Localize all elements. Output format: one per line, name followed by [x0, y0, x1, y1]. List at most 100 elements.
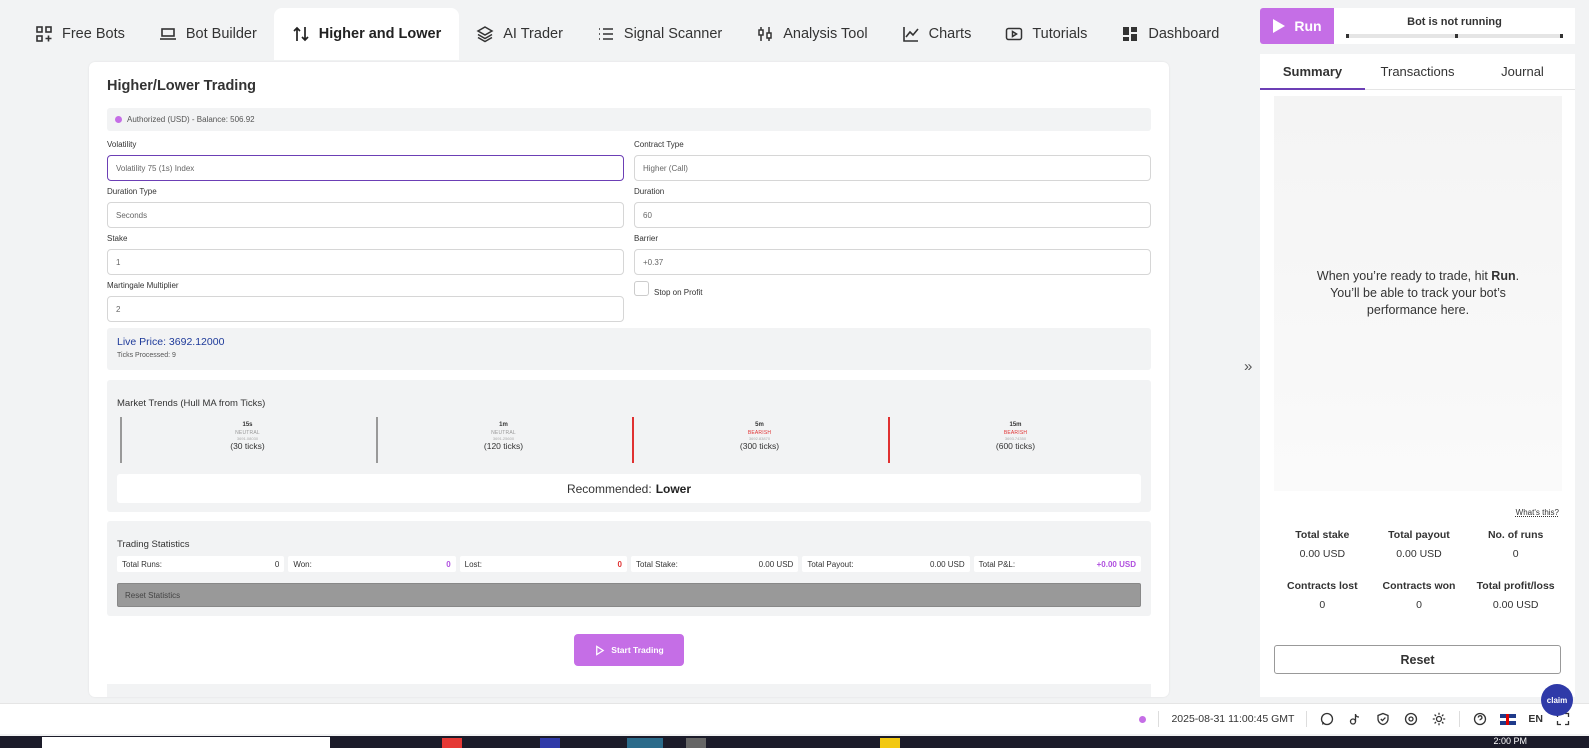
tab-dashboard[interactable]: Dashboard [1104, 8, 1236, 60]
trading-statistics: Trading Statistics Total Runs: 0 Won: 0 Lo… [107, 521, 1151, 616]
tab-signal-scanner[interactable]: Signal Scanner [580, 8, 739, 60]
bot-status-text: Bot is not running [1407, 16, 1502, 28]
stat-value: 0.00 USD [758, 559, 794, 569]
gauge-icon[interactable] [1403, 711, 1419, 727]
tab-label: Charts [928, 26, 972, 42]
divider [1459, 711, 1461, 727]
layers-icon [476, 26, 494, 43]
language-selector[interactable]: EN [1528, 713, 1543, 725]
trend-ticks: (600 ticks) [995, 441, 1036, 451]
run-bar: Run Bot is not running [1260, 8, 1575, 44]
clock: 2:00 PM [1493, 736, 1527, 746]
stat-label: Total Payout: [807, 559, 854, 569]
volatility-select[interactable]: Volatility 75 (1s) Index [107, 155, 624, 181]
stat-value: 0 [617, 559, 622, 569]
stop-on-profit-checkbox[interactable] [634, 281, 649, 296]
trend-15s: 15s NEUTRAL 3691.08030 (30 ticks) [120, 417, 373, 463]
summary-value: 0 [1512, 548, 1519, 560]
app-icon[interactable] [686, 738, 706, 748]
whatsapp-icon[interactable] [1319, 711, 1335, 727]
field-label: Duration [634, 187, 665, 196]
summary-value: 0.00 USD [1396, 548, 1442, 560]
stat-total-payout: Total Payout: 0.00 USD [802, 556, 970, 572]
stat-label: Won: [293, 559, 312, 569]
duration-type-field: Duration Type Seconds [107, 187, 624, 228]
stat-value: 0.00 USD [929, 559, 965, 569]
whats-this-link[interactable]: What's this? [1516, 508, 1559, 517]
tab-tutorials[interactable]: Tutorials [988, 8, 1104, 60]
status-progress [1346, 34, 1563, 38]
play-icon [596, 644, 605, 656]
stop-on-profit: Stop on Profit [634, 280, 702, 297]
progress-tick [1560, 34, 1563, 38]
top-nav: Free Bots Bot Builder Higher and Lower A… [0, 0, 1232, 60]
contract-type-select[interactable]: Higher (Call) [634, 155, 1151, 181]
progress-tick [1346, 34, 1349, 38]
barrier-input[interactable]: +0.37 [634, 249, 1151, 275]
stat-lost: Lost: 0 [459, 556, 627, 572]
recommendation: Recommended: Lower [117, 474, 1141, 503]
summary-stats: Total stake 0.00 USD Total payout 0.00 USD… [1274, 529, 1564, 611]
summary-profit-loss: Total profit/loss 0.00 USD [1467, 580, 1564, 611]
summary-label: Total profit/loss [1476, 580, 1555, 592]
summary-runs: No. of runs 0 [1467, 529, 1564, 560]
tab-charts[interactable]: Charts [885, 8, 989, 60]
reset-button[interactable]: Reset [1274, 645, 1561, 674]
builder-icon [159, 28, 176, 40]
status-dot-icon [115, 116, 122, 123]
duration-input[interactable]: 60 [634, 202, 1151, 228]
stake-input[interactable]: 1 [107, 249, 624, 275]
tab-journal[interactable]: Journal [1470, 54, 1575, 89]
field-label: Martingale Multiplier [107, 281, 179, 290]
tab-transactions[interactable]: Transactions [1365, 54, 1470, 89]
grid-plus-icon [36, 26, 52, 42]
empty-text: When you’re ready to trade, hit [1316, 269, 1492, 283]
stake-field: Stake 1 [107, 234, 624, 275]
tab-label: Analysis Tool [783, 26, 868, 42]
contract-type-field: Contract Type Higher (Call) [634, 140, 1151, 181]
run-button[interactable]: Run [1260, 8, 1334, 44]
app-icon[interactable] [880, 738, 900, 748]
taskbar-search[interactable] [42, 737, 330, 748]
trend-timeframe: 15m [1009, 422, 1022, 428]
help-icon[interactable] [1472, 711, 1488, 727]
trend-timeframe: 5m [755, 422, 764, 428]
duration-field: Duration 60 [634, 187, 1151, 228]
tab-bot-builder[interactable]: Bot Builder [142, 8, 274, 60]
start-trading-button[interactable]: Start Trading [574, 634, 684, 666]
empty-text-bold: Run [1491, 269, 1516, 283]
market-trends: Market Trends (Hull MA from Ticks) 15s N… [107, 380, 1151, 512]
app-icon[interactable] [442, 738, 462, 748]
field-label: Barrier [634, 234, 659, 243]
line-chart-icon [902, 27, 919, 42]
shield-check-icon[interactable] [1375, 711, 1391, 727]
collapse-panel-icon[interactable]: » [1244, 358, 1252, 375]
volatility-field: Volatility Volatility 75 (1s) Index [107, 140, 624, 181]
tab-higher-lower[interactable]: Higher and Lower [273, 8, 460, 60]
sliders-icon [758, 27, 772, 41]
claim-chat-button[interactable]: claim [1541, 684, 1573, 716]
theme-sun-icon[interactable] [1431, 711, 1447, 727]
duration-type-select[interactable]: Seconds [107, 202, 624, 228]
os-taskbar: 2:00 PM [0, 736, 1589, 748]
higher-lower-panel: Higher/Lower Trading Authorized (USD) - … [89, 62, 1169, 697]
tab-free-bots[interactable]: Free Bots [18, 8, 142, 60]
summary-contracts-lost: Contracts lost 0 [1274, 580, 1371, 611]
uk-flag-icon[interactable] [1500, 713, 1517, 725]
reset-statistics-button[interactable]: Reset Statistics [117, 583, 1141, 607]
stat-label: Total P&L: [978, 559, 1016, 569]
stat-total-stake: Total Stake: 0.00 USD [630, 556, 799, 572]
up-down-arrows-icon [293, 26, 309, 42]
live-price: Live Price: 3692.12000 [117, 336, 225, 348]
tab-summary[interactable]: Summary [1260, 54, 1365, 90]
progress-tick [1454, 34, 1458, 38]
browser-icon[interactable] [627, 738, 663, 748]
summary-value: 0.00 USD [1492, 599, 1539, 611]
button-label: Run [1294, 18, 1322, 34]
tab-analysis-tool[interactable]: Analysis Tool [739, 8, 884, 60]
run-panel: Summary Transactions Journal When you’re… [1260, 54, 1575, 697]
martingale-input[interactable]: 2 [107, 296, 624, 322]
app-icon[interactable] [540, 738, 560, 748]
tiktok-icon[interactable] [1347, 711, 1363, 727]
tab-ai-trader[interactable]: AI Trader [459, 8, 580, 60]
